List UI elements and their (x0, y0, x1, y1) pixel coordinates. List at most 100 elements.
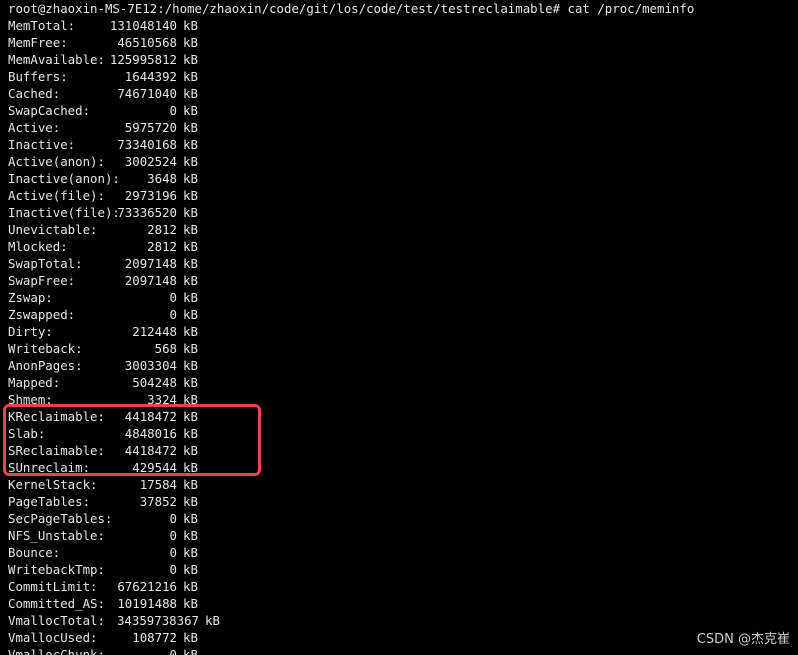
meminfo-unit: kB (183, 86, 198, 101)
meminfo-value: 2812 (147, 222, 177, 237)
meminfo-value: 125995812 (109, 52, 177, 67)
meminfo-unit: kB (183, 35, 198, 50)
meminfo-unit: kB (183, 443, 198, 458)
meminfo-value-cell: 2097148 (8, 272, 177, 289)
meminfo-value: 2812 (147, 239, 177, 254)
meminfo-value: 34359738367 (116, 613, 199, 628)
meminfo-value-cell: 2097148 (8, 255, 177, 272)
meminfo-value-cell: 131048140 (8, 17, 177, 34)
meminfo-value: 504248 (132, 375, 177, 390)
meminfo-unit: kB (183, 188, 198, 203)
meminfo-value-cell: 0 (8, 561, 177, 578)
meminfo-unit: kB (183, 171, 198, 186)
meminfo-value-cell: 0 (8, 289, 177, 306)
meminfo-value-cell: 568 (8, 340, 177, 357)
meminfo-value-cell: 10191488 (8, 595, 177, 612)
meminfo-value: 0 (169, 528, 177, 543)
meminfo-unit: kB (183, 630, 198, 645)
meminfo-value: 0 (169, 647, 177, 655)
meminfo-unit: kB (183, 460, 198, 475)
meminfo-unit: kB (183, 579, 198, 594)
meminfo-value: 3324 (147, 392, 177, 407)
meminfo-value: 10191488 (117, 596, 177, 611)
meminfo-value: 429544 (132, 460, 177, 475)
meminfo-value: 568 (154, 341, 177, 356)
meminfo-value-cell: 74671040 (8, 85, 177, 102)
meminfo-unit: kB (183, 426, 198, 441)
meminfo-unit: kB (183, 596, 198, 611)
meminfo-unit: kB (183, 205, 198, 220)
meminfo-value-cell: 0 (8, 544, 177, 561)
meminfo-value-cell: 3324 (8, 391, 177, 408)
meminfo-unit: kB (183, 154, 198, 169)
meminfo-value: 4418472 (124, 443, 177, 458)
meminfo-value: 4418472 (124, 409, 177, 424)
meminfo-unit: kB (183, 494, 198, 509)
meminfo-value-cell: 5975720 (8, 119, 177, 136)
meminfo-unit: kB (183, 222, 198, 237)
meminfo-value-cell: 0 (8, 646, 177, 655)
meminfo-value-cell: 212448 (8, 323, 177, 340)
meminfo-value-cell: 429544 (8, 459, 177, 476)
meminfo-unit: kB (183, 256, 198, 271)
meminfo-value: 3648 (147, 171, 177, 186)
meminfo-value-cell: 73340168 (8, 136, 177, 153)
meminfo-unit: kB (183, 273, 198, 288)
meminfo-value: 3002524 (124, 154, 177, 169)
meminfo-value: 74671040 (117, 86, 177, 101)
watermark-text: CSDN @杰克崔 (696, 632, 790, 647)
meminfo-value-cell: 4418472 (8, 442, 177, 459)
meminfo-unit: kB (183, 511, 198, 526)
meminfo-value-cell: 0 (8, 102, 177, 119)
meminfo-value: 37852 (139, 494, 177, 509)
meminfo-value: 0 (169, 511, 177, 526)
meminfo-value-cell: 1644392 (8, 68, 177, 85)
meminfo-value-cell: 2973196 (8, 187, 177, 204)
meminfo-value-cell: 2812 (8, 221, 177, 238)
meminfo-value-cell: 4848016 (8, 425, 177, 442)
meminfo-unit: kB (183, 103, 198, 118)
meminfo-value: 17584 (139, 477, 177, 492)
terminal-window[interactable]: root@zhaoxin-MS-7E12:/home/zhaoxin/code/… (0, 0, 798, 655)
meminfo-value-cell: 0 (8, 306, 177, 323)
meminfo-value-cell: 3648 (8, 170, 177, 187)
meminfo-value-cell: 2812 (8, 238, 177, 255)
meminfo-value-cell: 37852 (8, 493, 177, 510)
meminfo-value: 67621216 (117, 579, 177, 594)
command-prompt-line: root@zhaoxin-MS-7E12:/home/zhaoxin/code/… (8, 1, 695, 16)
meminfo-value-cell: 73336520 (8, 204, 177, 221)
meminfo-value-cell: 504248 (8, 374, 177, 391)
meminfo-value: 0 (169, 545, 177, 560)
meminfo-unit: kB (183, 562, 198, 577)
meminfo-value: 0 (169, 103, 177, 118)
meminfo-value-cell: 0 (8, 510, 177, 527)
meminfo-value-cell: 34359738367 (8, 612, 199, 629)
meminfo-value-cell: 4418472 (8, 408, 177, 425)
meminfo-value: 5975720 (124, 120, 177, 135)
meminfo-unit: kB (183, 239, 198, 254)
meminfo-value: 2097148 (124, 256, 177, 271)
meminfo-value-cell: 125995812 (8, 51, 177, 68)
meminfo-unit: kB (183, 137, 198, 152)
meminfo-unit: kB (183, 392, 198, 407)
meminfo-value-cell: 3003304 (8, 357, 177, 374)
meminfo-value: 46510568 (117, 35, 177, 50)
meminfo-value: 131048140 (109, 18, 177, 33)
meminfo-unit: kB (183, 18, 198, 33)
meminfo-value: 73340168 (117, 137, 177, 152)
meminfo-value-cell: 17584 (8, 476, 177, 493)
meminfo-value-cell: 0 (8, 527, 177, 544)
meminfo-unit: kB (183, 545, 198, 560)
meminfo-unit: kB (183, 69, 198, 84)
meminfo-value: 108772 (132, 630, 177, 645)
meminfo-value: 4848016 (124, 426, 177, 441)
meminfo-value-cell: 108772 (8, 629, 177, 646)
meminfo-value: 0 (169, 290, 177, 305)
meminfo-value: 0 (169, 307, 177, 322)
meminfo-value: 3003304 (124, 358, 177, 373)
meminfo-unit: kB (183, 290, 198, 305)
meminfo-unit: kB (205, 613, 220, 628)
meminfo-unit: kB (183, 477, 198, 492)
meminfo-unit: kB (183, 358, 198, 373)
meminfo-value: 1644392 (124, 69, 177, 84)
